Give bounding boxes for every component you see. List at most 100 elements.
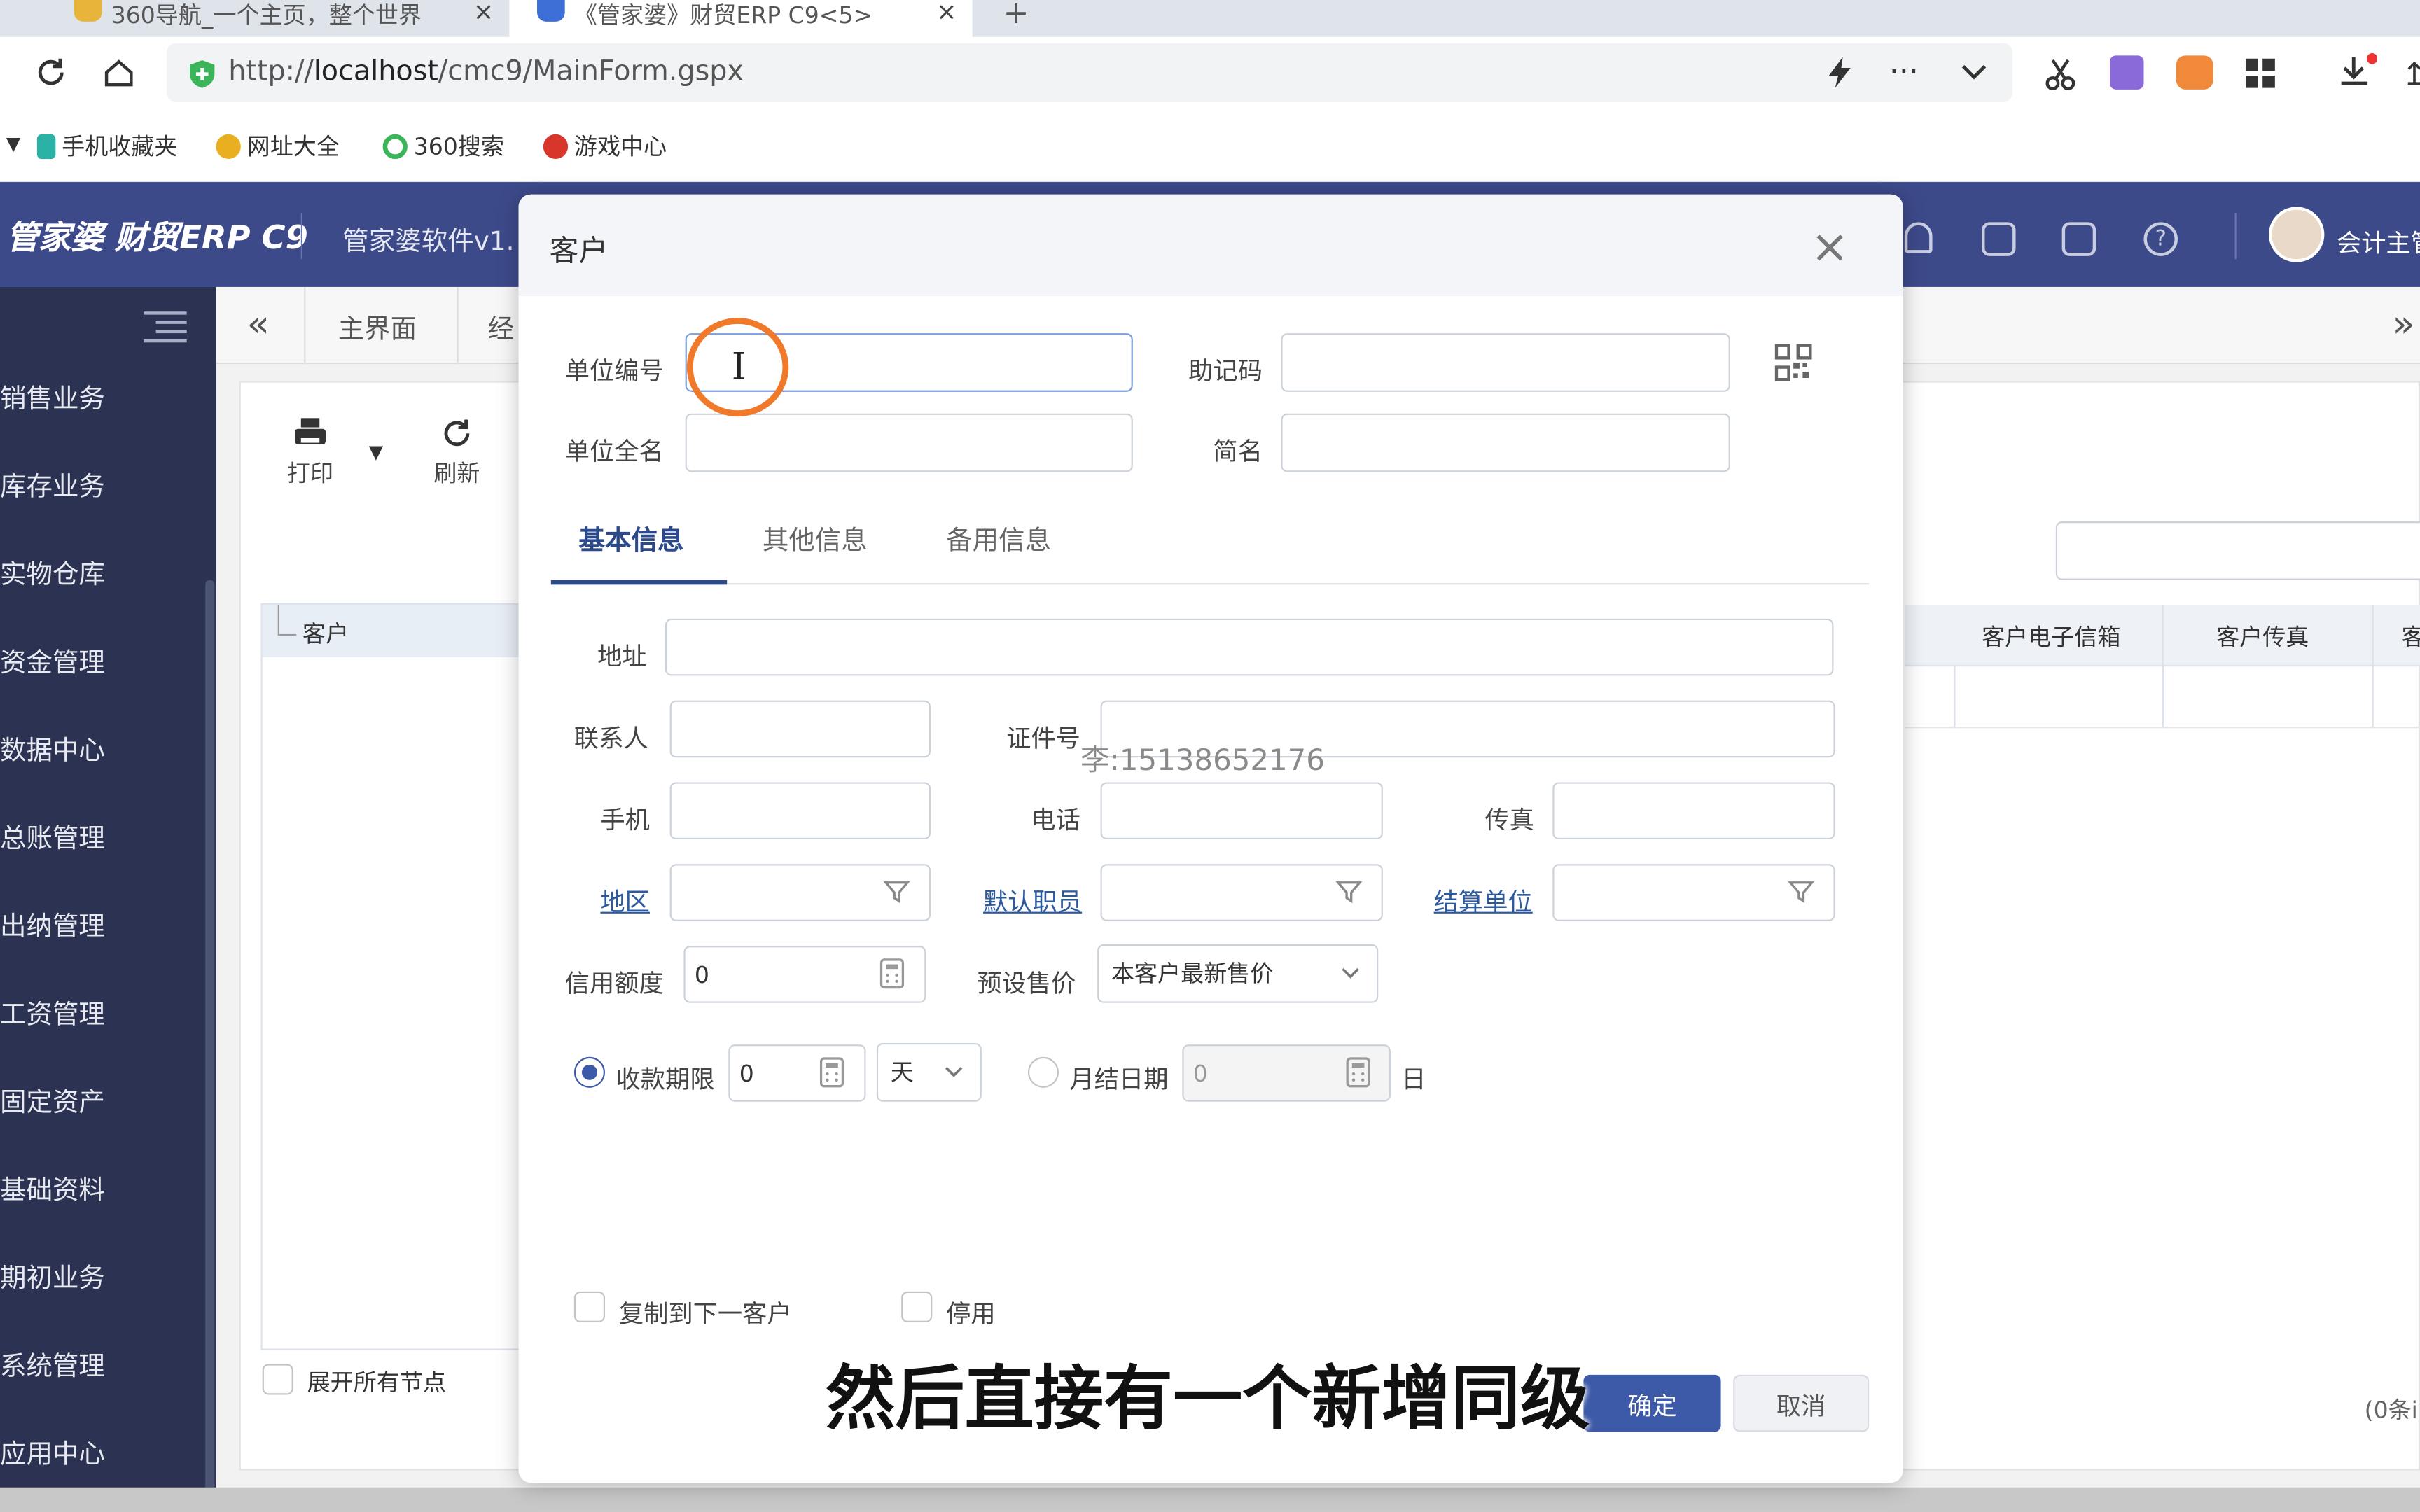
search-box[interactable] (2055, 521, 2420, 580)
message-icon[interactable] (1982, 222, 2016, 256)
clipboard-icon[interactable] (2061, 222, 2096, 256)
expand-all-checkbox[interactable] (262, 1364, 293, 1395)
home-icon[interactable] (102, 55, 135, 89)
filter-icon[interactable] (1335, 878, 1363, 906)
dialog-title: 客户 (549, 234, 609, 269)
bookmark-mobile[interactable]: 手机收藏夹 (36, 130, 178, 162)
tab-backup-info[interactable]: 备用信息 (946, 519, 1051, 557)
region-link[interactable]: 地区 (600, 881, 650, 918)
caret-down-icon[interactable]: ▼ (6, 133, 20, 155)
contact-input[interactable] (669, 700, 931, 758)
sidebar-item-ledger[interactable]: 总账管理 (0, 816, 216, 855)
browser-tab-erp[interactable]: 《管家婆》财贸ERP C9<5> × (509, 0, 973, 37)
tab-main[interactable]: 主界面 (338, 307, 417, 346)
translate-icon[interactable] (2110, 55, 2144, 90)
filter-icon[interactable] (883, 878, 911, 906)
sidebar-scrollbar[interactable] (205, 580, 215, 1506)
url-text[interactable]: http://localhost/cmc9/MainForm.gspx (228, 55, 744, 88)
bookmark-games[interactable]: 游戏中心 (543, 130, 667, 162)
tab-other-info[interactable]: 其他信息 (763, 519, 868, 557)
filter-icon[interactable] (1787, 878, 1815, 906)
browser-tab-360-home[interactable]: 360导航_一个主页，整个世界 × (0, 0, 509, 37)
help-icon[interactable]: ? (2143, 222, 2178, 256)
preset-price-select[interactable]: 本客户最新售价 (1097, 944, 1379, 1003)
taskbar-strip (0, 1487, 2420, 1512)
receive-term-radio[interactable] (573, 1056, 606, 1088)
download-icon[interactable] (2337, 52, 2377, 92)
more-icon[interactable]: ··· (1889, 52, 1919, 90)
lightning-icon[interactable] (1824, 55, 1855, 89)
tabs-scroll-right-icon[interactable]: » (2392, 302, 2414, 346)
monthly-date-radio[interactable] (1027, 1056, 1059, 1088)
address-input[interactable] (665, 618, 1834, 676)
screen: 360导航_一个主页，整个世界 × 《管家婆》财贸ERP C9<5> × + h… (0, 0, 2420, 1512)
bookmark-sites[interactable]: 网址大全 (216, 130, 340, 162)
print-dropdown-icon[interactable]: ▼ (369, 441, 383, 463)
new-tab-button[interactable]: + (1003, 0, 1029, 31)
scissors-icon[interactable] (2043, 57, 2077, 91)
bell-icon[interactable] (1904, 222, 1933, 253)
tree-node-customer[interactable]: 客户 (302, 617, 349, 650)
refresh-icon (444, 419, 470, 447)
settlement-unit-link[interactable]: 结算单位 (1434, 881, 1533, 918)
apps-grid-icon[interactable] (2244, 57, 2278, 91)
close-tab-icon[interactable]: × (936, 0, 957, 28)
mnemonic-input[interactable] (1281, 333, 1730, 392)
refresh-button[interactable]: 刷新 (431, 416, 483, 489)
tab-basic-info[interactable]: 基本信息 (579, 519, 684, 557)
mobile-input[interactable] (669, 782, 931, 840)
sidebar-item-payroll[interactable]: 工资管理 (0, 992, 216, 1030)
phone-label: 电话 (1031, 805, 1080, 835)
short-name-input[interactable] (1281, 413, 1730, 472)
calculator-icon[interactable] (1344, 1057, 1372, 1088)
grid-empty-row (1904, 666, 2420, 729)
tabs-scroll-left-icon[interactable]: « (247, 302, 270, 346)
search-360-icon (382, 134, 408, 160)
short-name-label: 简名 (1213, 436, 1263, 466)
copy-next-checkbox[interactable] (573, 1291, 606, 1322)
preset-price-label: 预设售价 (977, 969, 1076, 999)
game-icon[interactable] (2176, 55, 2213, 90)
overflow-icon[interactable]: ↥ (2402, 55, 2420, 92)
record-count: (0条i (2364, 1396, 2418, 1424)
reload-icon[interactable] (34, 55, 67, 89)
credit-limit-label: 信用额度 (564, 969, 664, 999)
sidebar-item-cashier[interactable]: 出纳管理 (0, 904, 216, 943)
close-icon[interactable]: × (1810, 221, 1849, 274)
chevron-down-icon[interactable] (1960, 62, 1988, 83)
sidebar-item-system[interactable]: 系统管理 (0, 1344, 216, 1382)
print-button[interactable]: 打印 (284, 416, 337, 489)
qr-code-icon[interactable] (1774, 344, 1812, 382)
term-unit-select[interactable]: 天 (876, 1042, 982, 1102)
contact-label: 联系人 (573, 723, 648, 753)
column-header-fax[interactable]: 客户传真 (2216, 620, 2309, 652)
cancel-button[interactable]: 取消 (1733, 1374, 1870, 1432)
column-header-email[interactable]: 客户电子信箱 (1982, 620, 2120, 652)
close-tab-icon[interactable]: × (473, 0, 494, 28)
calculator-icon[interactable] (818, 1057, 846, 1088)
sidebar-item-warehouse[interactable]: 实物仓库 (0, 552, 216, 591)
calculator-icon[interactable] (878, 958, 906, 989)
sidebar-item-fixed-assets[interactable]: 固定资产 (0, 1080, 216, 1119)
sidebar-item-opening[interactable]: 期初业务 (0, 1256, 216, 1294)
menu-collapse-icon[interactable] (143, 312, 187, 343)
sidebar-item-basic-data[interactable]: 基础资料 (0, 1168, 216, 1207)
sidebar-item-inventory[interactable]: 库存业务 (0, 464, 216, 503)
phone-input[interactable] (1100, 782, 1383, 840)
sidebar-item-data-center[interactable]: 数据中心 (0, 728, 216, 766)
secure-shield-icon (190, 59, 215, 88)
bookmark-search[interactable]: 360搜索 (382, 130, 504, 162)
column-header-more[interactable]: 客 (2402, 620, 2420, 652)
sidebar-item-sales[interactable]: 销售业务 (0, 377, 216, 415)
sidebar-item-funds[interactable]: 资金管理 (0, 640, 216, 679)
fax-input[interactable] (1552, 782, 1835, 840)
disabled-checkbox[interactable] (901, 1291, 933, 1322)
avatar[interactable] (2269, 206, 2325, 262)
full-name-input[interactable] (685, 413, 1133, 472)
ok-button[interactable]: 确定 (1583, 1374, 1721, 1432)
column-divider (1954, 666, 1956, 729)
default-staff-link[interactable]: 默认职员 (983, 881, 1082, 918)
sidebar-item-apps[interactable]: 应用中心 (0, 1432, 216, 1470)
user-name[interactable]: 会计主管 (2337, 222, 2420, 259)
tab-business[interactable]: 经 (487, 307, 513, 346)
